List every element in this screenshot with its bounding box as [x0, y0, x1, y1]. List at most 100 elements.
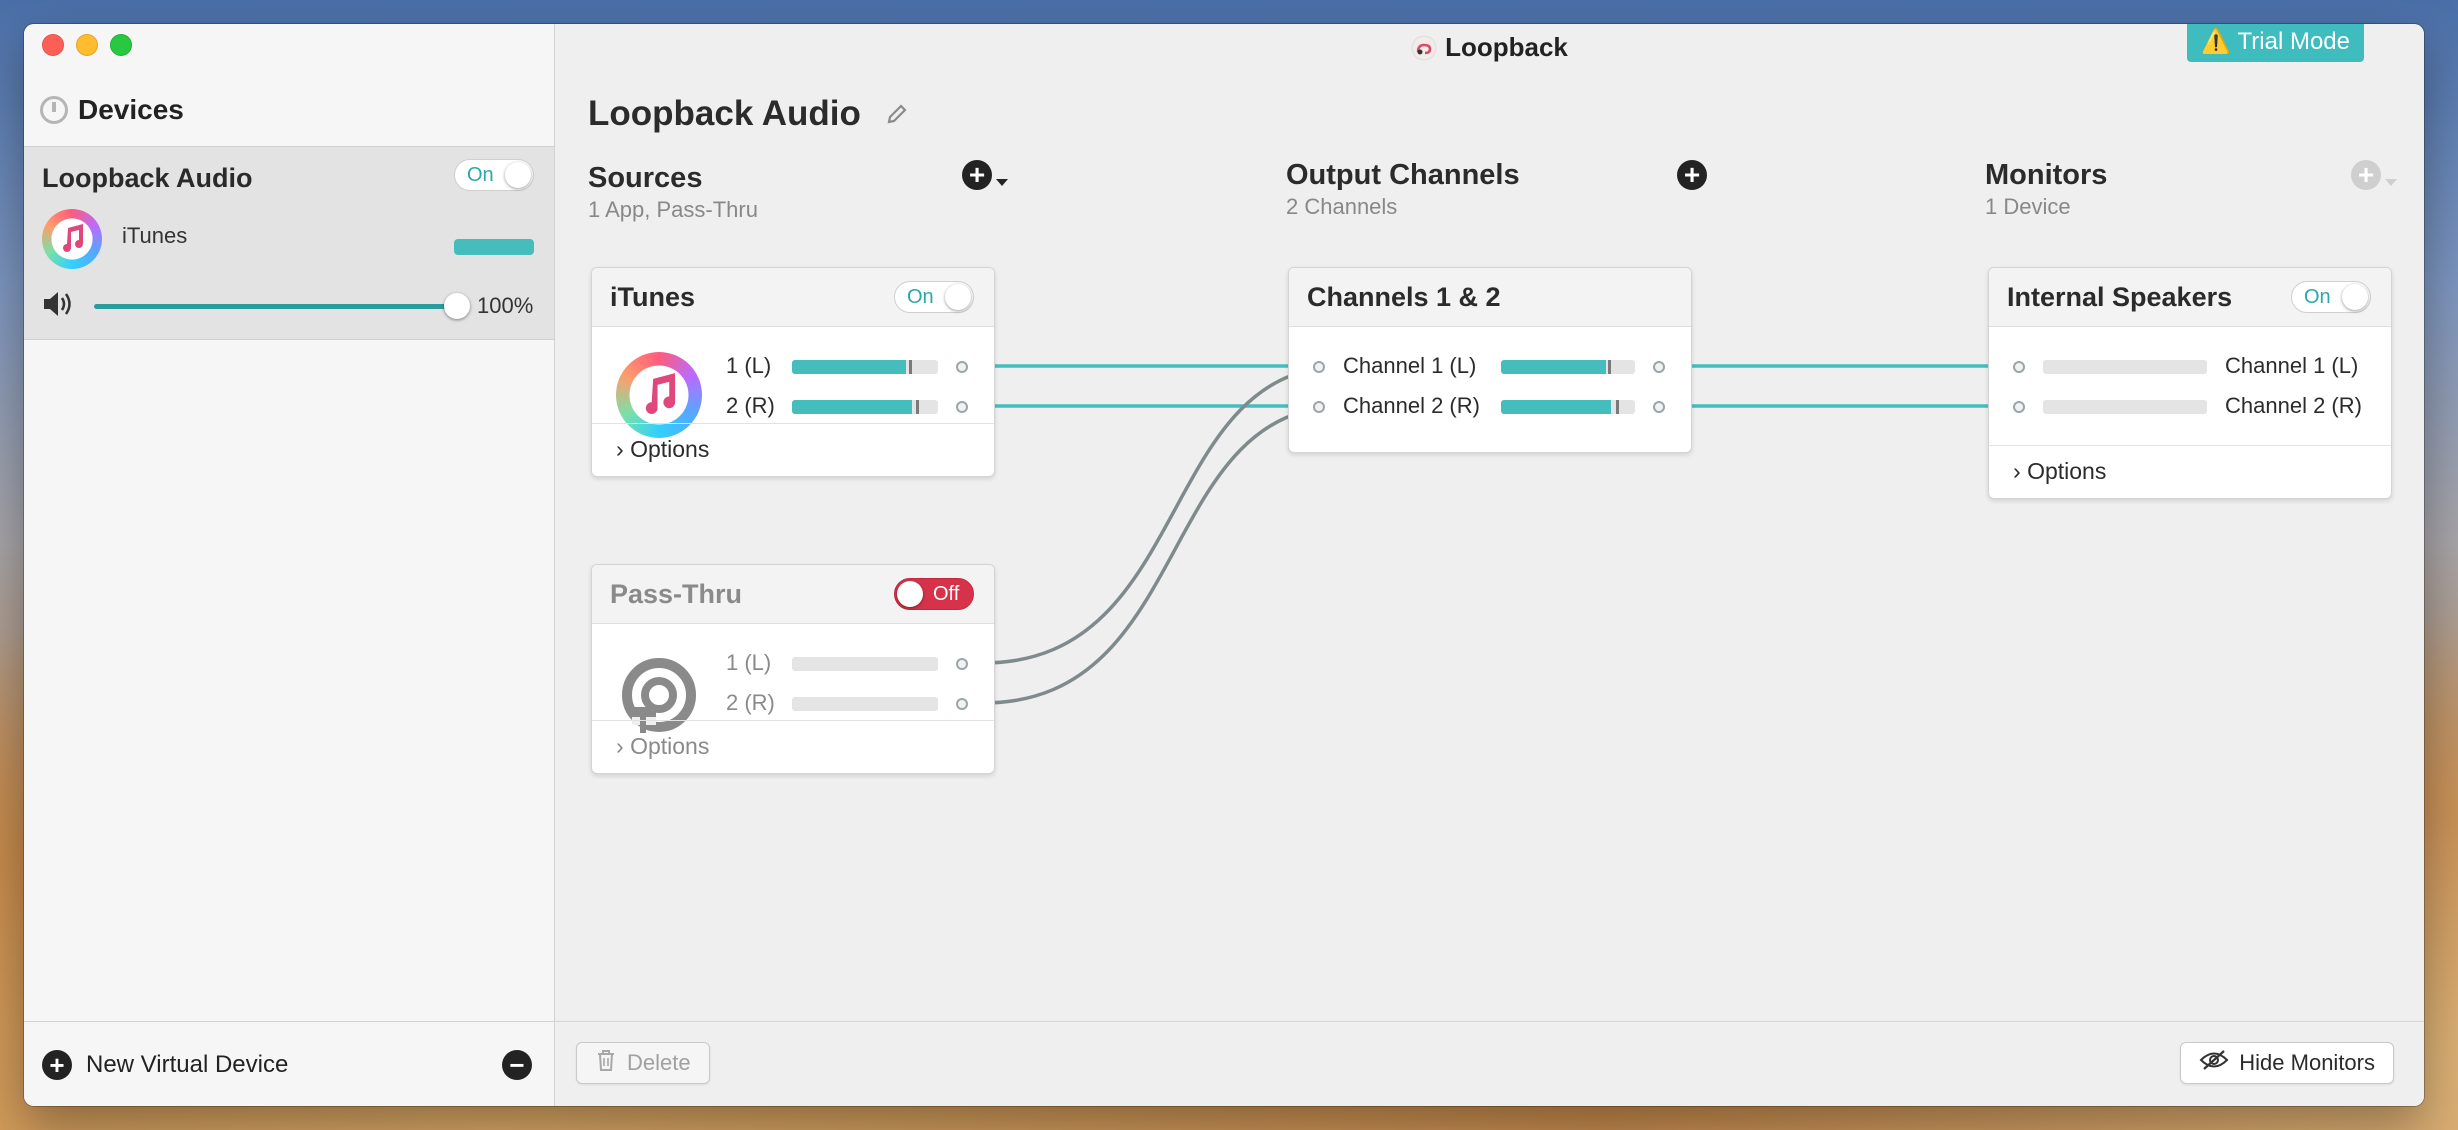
monitor-card-internal-speakers[interactable]: Internal Speakers On Channel 1 (L) Chann…	[1988, 267, 2392, 499]
main-panel: Loopback ⚠️ Trial Mode Loopback Audio So…	[555, 24, 2424, 1106]
card-header: Channels 1 & 2	[1289, 268, 1691, 327]
device-toggle[interactable]: On	[454, 159, 534, 191]
chevron-down-icon[interactable]	[2385, 179, 2397, 186]
device-name: Loopback Audio	[42, 163, 253, 193]
app-label: iTunes	[122, 223, 188, 248]
source-card-itunes[interactable]: iTunes On 1 (L) 2 (R) › Options	[591, 267, 995, 477]
output-port[interactable]	[956, 361, 968, 373]
warning-icon: ⚠️	[2201, 28, 2232, 55]
source-name: Pass-Thru	[610, 579, 743, 609]
output-port[interactable]	[1653, 361, 1665, 373]
input-port[interactable]	[2013, 401, 2025, 413]
level-meter	[792, 697, 938, 711]
volume-slider-track[interactable]	[94, 304, 456, 309]
add-monitor-button[interactable]: +	[2351, 160, 2381, 190]
options-disclosure[interactable]: › Options	[616, 733, 709, 760]
hide-monitors-button[interactable]: Hide Monitors	[2180, 1042, 2394, 1084]
plus-icon: +	[2357, 159, 2375, 190]
level-meter	[792, 657, 938, 671]
channel-label: Channel 1 (L)	[1343, 353, 1477, 378]
bottom-toolbar: Delete Hide Monitors	[555, 1021, 2424, 1106]
sources-title: Sources	[588, 162, 703, 194]
loopback-icon	[1411, 35, 1437, 61]
level-meter	[792, 400, 938, 414]
output-channel-card[interactable]: Channels 1 & 2 Channel 1 (L) Channel 2 (…	[1288, 267, 1692, 453]
level-meter	[2043, 400, 2207, 414]
card-header: Internal Speakers On	[1989, 268, 2391, 327]
pencil-icon[interactable]	[885, 102, 909, 131]
close-button[interactable]	[42, 34, 64, 56]
output-port[interactable]	[1653, 401, 1665, 413]
level-meter	[1501, 400, 1635, 414]
eye-slash-icon	[2199, 1049, 2229, 1077]
trial-mode-badge[interactable]: ⚠️ Trial Mode	[2187, 24, 2364, 62]
sidebar-footer: + New Virtual Device −	[24, 1021, 554, 1106]
window-title-text: Loopback	[1445, 32, 1568, 62]
hide-monitors-label: Hide Monitors	[2239, 1050, 2375, 1075]
plus-icon: +	[1683, 159, 1701, 190]
channel-label: Channel 2 (R)	[1343, 393, 1480, 418]
minimize-button[interactable]	[76, 34, 98, 56]
sources-subtitle: 1 App, Pass-Thru	[588, 197, 758, 222]
card-header: Pass-Thru Off	[592, 565, 994, 624]
options-disclosure[interactable]: › Options	[616, 436, 709, 463]
zoom-button[interactable]	[110, 34, 132, 56]
monitors-title: Monitors	[1985, 159, 2108, 191]
input-port[interactable]	[2013, 361, 2025, 373]
source-toggle[interactable]: On	[894, 281, 974, 313]
volume-slider-knob[interactable]	[444, 293, 470, 319]
output-port[interactable]	[956, 401, 968, 413]
output-port[interactable]	[956, 658, 968, 670]
trash-icon	[595, 1048, 617, 1078]
device-title: Loopback Audio	[588, 94, 861, 133]
app-level-meter	[454, 239, 534, 255]
source-toggle-label: On	[907, 286, 934, 308]
options-label: Options	[630, 733, 710, 759]
volume-percent: 100%	[477, 293, 534, 318]
output-channels-subtitle: 2 Channels	[1286, 194, 1398, 219]
source-card-passthru[interactable]: Pass-Thru Off 1 (L) 2 (R) › Options	[591, 564, 995, 774]
source-toggle-label: Off	[933, 583, 960, 605]
remove-device-button[interactable]: −	[502, 1050, 532, 1080]
channel-group-name: Channels 1 & 2	[1307, 282, 1501, 312]
chevron-right-icon: ›	[616, 733, 624, 759]
options-label: Options	[630, 436, 710, 462]
window-title: Loopback	[555, 32, 2424, 63]
channel-label: Channel 1 (L)	[2225, 353, 2359, 378]
add-channel-button[interactable]: +	[1677, 160, 1707, 190]
speaker-icon	[42, 289, 76, 324]
toggle-knob	[945, 284, 971, 310]
chevron-right-icon: ›	[2013, 458, 2021, 484]
device-list-item[interactable]: Loopback Audio On iTunes 100%	[24, 146, 554, 340]
new-device-label: New Virtual Device	[86, 1051, 289, 1078]
minus-icon: −	[509, 1050, 525, 1080]
plus-icon: +	[968, 159, 986, 190]
sidebar-title: Devices	[78, 94, 184, 125]
sidebar-header: Devices	[40, 94, 184, 126]
add-source-button[interactable]: +	[962, 160, 992, 190]
source-name: iTunes	[610, 282, 696, 312]
level-meter	[2043, 360, 2207, 374]
output-channels-title: Output Channels	[1286, 159, 1520, 191]
plus-icon: +	[42, 1050, 72, 1080]
toggle-knob	[505, 162, 531, 188]
source-toggle[interactable]: Off	[894, 578, 974, 610]
channel-label: Channel 2 (R)	[2225, 393, 2362, 418]
delete-button[interactable]: Delete	[576, 1042, 710, 1084]
monitor-toggle[interactable]: On	[2291, 281, 2371, 313]
devices-icon	[40, 96, 68, 124]
channel-label: 1 (L)	[726, 353, 772, 378]
chevron-down-icon[interactable]	[996, 179, 1008, 186]
window-controls	[42, 34, 132, 56]
options-disclosure[interactable]: › Options	[2013, 458, 2106, 485]
channel-label: 2 (R)	[726, 393, 775, 418]
app-window: Devices Loopback Audio On iTunes 100% + …	[24, 24, 2424, 1106]
card-header: iTunes On	[592, 268, 994, 327]
trial-mode-label: Trial Mode	[2237, 28, 2350, 55]
itunes-icon	[42, 209, 102, 269]
output-port[interactable]	[956, 698, 968, 710]
monitor-name: Internal Speakers	[2007, 282, 2233, 312]
input-port[interactable]	[1313, 361, 1325, 373]
input-port[interactable]	[1313, 401, 1325, 413]
new-virtual-device-button[interactable]: + New Virtual Device	[42, 1050, 288, 1080]
